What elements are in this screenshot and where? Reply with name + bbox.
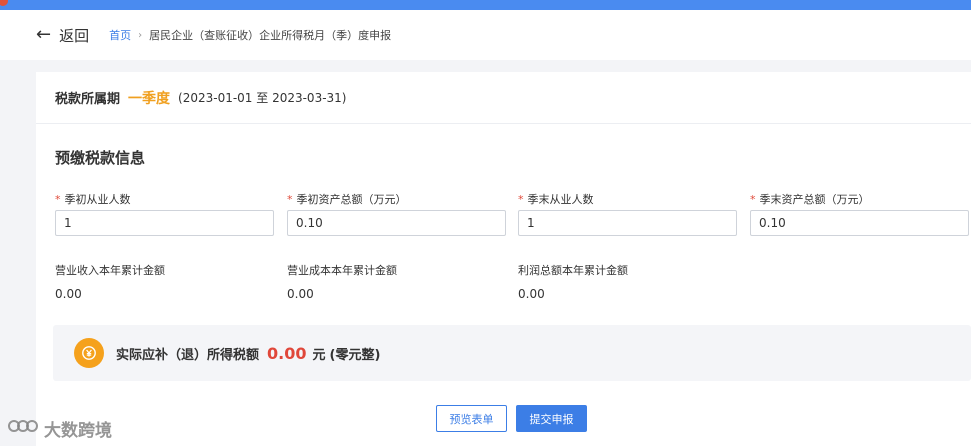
stat-value: 0.00 — [518, 287, 545, 301]
tax-amount-upper: (零元整) — [329, 347, 381, 363]
field-label: * 季初从业人数 — [55, 193, 131, 206]
field-assets-end: * 季末资产总额（万元） 0.10 — [750, 191, 969, 236]
employees-end-input[interactable]: 1 — [518, 210, 737, 236]
back-label: 返回 — [59, 26, 90, 45]
stat-profit: 利润总额本年累计金额 0.00 — [518, 262, 628, 301]
submit-declaration-button[interactable]: 提交申报 — [516, 405, 587, 432]
assets-start-input[interactable]: 0.10 — [287, 210, 506, 236]
tax-unit: 元 — [312, 347, 326, 363]
arrow-left-icon: ← — [36, 24, 52, 45]
tax-period-label: 税款所属期 — [55, 92, 121, 107]
page-header: ← 返回 首页 › 居民企业（查账征收）企业所得税月（季）度申报 — [0, 10, 971, 60]
stat-value: 0.00 — [287, 287, 314, 301]
stat-label: 营业成本本年累计金额 — [287, 264, 397, 277]
watermark-logo-icon — [8, 417, 38, 440]
declaration-card: 税款所属期 一季度 (2023-01-01 至 2023-03-31) 预缴税款… — [36, 72, 971, 446]
breadcrumb-home-link[interactable]: 首页 — [109, 27, 131, 43]
stat-label: 营业收入本年累计金额 — [55, 264, 165, 277]
chevron-right-icon: › — [138, 29, 143, 41]
tax-amount: 0.00 — [267, 343, 307, 363]
field-assets-start: * 季初资产总额（万元） 0.10 — [287, 191, 506, 236]
top-bar — [0, 0, 971, 10]
stat-value: 0.00 — [55, 287, 82, 301]
field-employees-start: * 季初从业人数 1 — [55, 191, 274, 236]
back-button[interactable]: ← 返回 — [36, 25, 89, 46]
stat-cost: 营业成本本年累计金额 0.00 — [287, 262, 397, 301]
required-asterisk: * — [55, 193, 61, 206]
field-label: * 季初资产总额（万元） — [287, 193, 407, 206]
breadcrumb: 首页 › 居民企业（查账征收）企业所得税月（季）度申报 — [109, 27, 391, 43]
coin-icon — [74, 338, 104, 368]
field-label: * 季末从业人数 — [518, 193, 594, 206]
tax-label: 实际应补（退）所得税额 — [116, 347, 260, 363]
required-asterisk: * — [287, 193, 293, 206]
tax-period-range: (2023-01-01 至 2023-03-31) — [178, 91, 347, 105]
breadcrumb-current: 居民企业（查账征收）企业所得税月（季）度申报 — [149, 29, 392, 42]
tax-text: 实际应补（退）所得税额 0.00 元 (零元整) — [116, 344, 380, 363]
tax-summary: 实际应补（退）所得税额 0.00 元 (零元整) — [53, 325, 971, 381]
field-label: * 季末资产总额（万元） — [750, 193, 870, 206]
tax-period-row: 税款所属期 一季度 (2023-01-01 至 2023-03-31) — [36, 72, 971, 124]
watermark-text: 大数跨境 — [44, 421, 112, 441]
watermark: 大数跨境 — [8, 416, 112, 441]
field-employees-end: * 季末从业人数 1 — [518, 191, 737, 236]
employees-start-input[interactable]: 1 — [55, 210, 274, 236]
required-asterisk: * — [518, 193, 524, 206]
app-dot-icon — [0, 0, 8, 6]
stat-revenue: 营业收入本年累计金额 0.00 — [55, 262, 165, 301]
assets-end-input[interactable]: 0.10 — [750, 210, 969, 236]
section-title: 预缴税款信息 — [55, 149, 146, 167]
preview-form-button[interactable]: 预览表单 — [436, 405, 507, 432]
stat-label: 利润总额本年累计金额 — [518, 264, 628, 277]
tax-period-value: 一季度 — [128, 90, 171, 107]
required-asterisk: * — [750, 193, 756, 206]
